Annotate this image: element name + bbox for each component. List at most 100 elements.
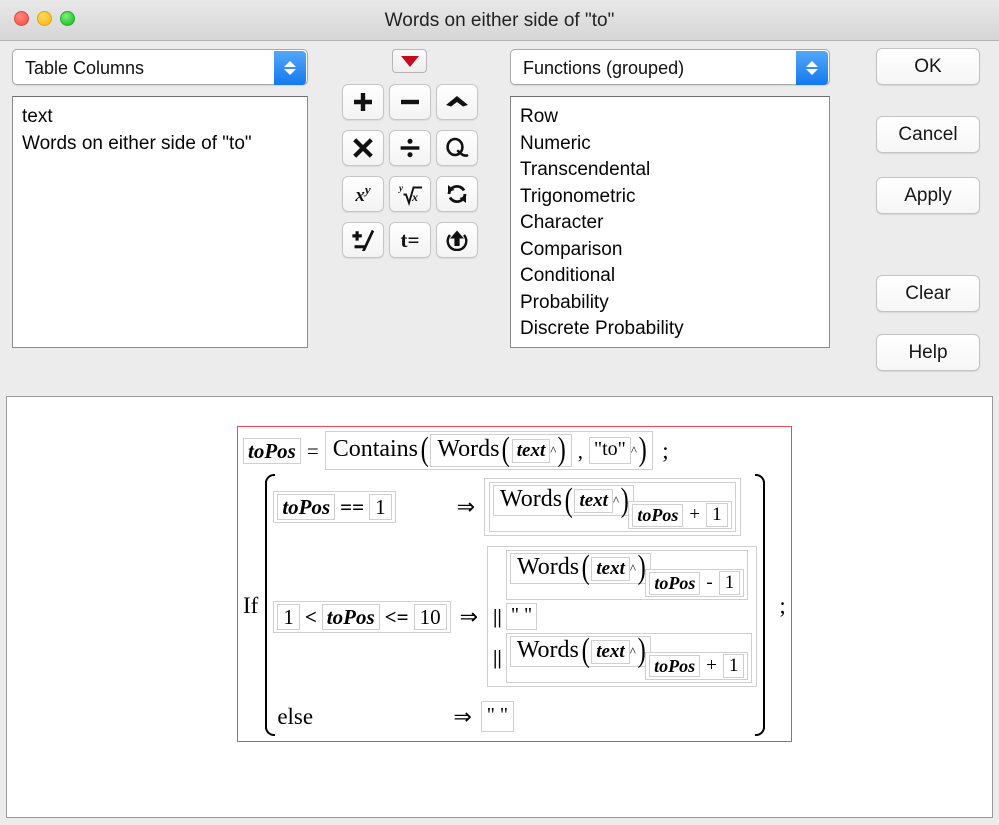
formula-menu-button[interactable]	[392, 49, 427, 73]
if-clause[interactable]: 1 < toPos <= 10 ⇒ Words (text ^) toPos…	[273, 546, 758, 687]
variable[interactable]: toPos	[649, 654, 701, 678]
words-call[interactable]: Words ( text ^ )	[509, 634, 652, 668]
numeric-literal[interactable]: 1	[718, 571, 741, 596]
exponent-button[interactable]	[436, 84, 478, 120]
list-item[interactable]: Transcendental	[511, 157, 829, 184]
functions-list[interactable]: Row Numeric Transcendental Trigonometric…	[510, 96, 830, 348]
insert-button[interactable]	[436, 222, 478, 258]
subscript-index[interactable]: toPos - 1	[645, 569, 745, 598]
subscript-expression[interactable]: Words ( text ^ ) toPos - 1	[506, 549, 749, 601]
concat-term[interactable]: || Words ( text ^ ) toPos + 1	[492, 633, 753, 683]
clear-button[interactable]: Clear	[876, 275, 980, 312]
table-columns-combo[interactable]: Table Columns	[12, 49, 308, 85]
t-equals-icon: t=	[400, 227, 420, 252]
list-item[interactable]: Conditional	[511, 263, 829, 290]
variable[interactable]: toPos	[277, 494, 336, 521]
divide-button[interactable]	[389, 130, 431, 166]
cancel-button[interactable]: Cancel	[876, 116, 980, 153]
arithmetic-operator: +	[706, 655, 717, 677]
list-item[interactable]: Trigonometric	[511, 184, 829, 211]
refresh-icon	[447, 184, 467, 204]
list-item[interactable]: Probability	[511, 290, 829, 317]
numeric-literal[interactable]: 10	[413, 603, 447, 630]
list-item[interactable]: Character	[511, 210, 829, 237]
chevron-down-icon	[806, 69, 818, 75]
subscript-index[interactable]: toPos + 1	[645, 652, 749, 680]
condition-expression[interactable]: 1 < toPos <= 10	[273, 600, 451, 633]
nth-root-button[interactable]: y x	[389, 176, 431, 212]
plus-button[interactable]	[342, 84, 384, 120]
string-literal[interactable]: "to"	[588, 437, 631, 465]
function-name: Contains	[332, 436, 419, 462]
list-item[interactable]: Words on either side of "to"	[13, 131, 307, 158]
subscript-expression[interactable]: Words ( text ^ ) toPos + 1	[505, 633, 753, 683]
open-paren: (	[502, 431, 511, 469]
window-title: Words on either side of "to"	[384, 10, 615, 31]
multiply-button[interactable]	[342, 130, 384, 166]
root-loop-button[interactable]	[436, 130, 478, 166]
if-bracket-left	[260, 474, 276, 736]
numeric-literal[interactable]: 1	[722, 654, 745, 678]
svg-text:x: x	[411, 190, 418, 204]
comma: ,	[577, 438, 583, 463]
arithmetic-operator: -	[706, 572, 713, 594]
ttest-button[interactable]: t=	[389, 222, 431, 258]
assign-variable[interactable]: toPos	[243, 437, 301, 464]
concat-term[interactable]: || " "	[492, 603, 538, 631]
if-bracket-right	[755, 474, 770, 736]
minus-button[interactable]	[389, 84, 431, 120]
list-item[interactable]: Comparison	[511, 237, 829, 264]
variable[interactable]: toPos	[321, 603, 380, 630]
sign-toggle-button[interactable]	[342, 222, 384, 258]
list-item[interactable]: Discrete Probability	[511, 316, 829, 343]
string-literal[interactable]: " "	[505, 603, 538, 631]
column-reference[interactable]: text	[591, 556, 630, 581]
result-expression[interactable]: Words ( text ^ ) toPos + 1	[484, 478, 741, 537]
functions-stepper[interactable]	[796, 51, 828, 85]
numeric-literal[interactable]: 1	[706, 503, 728, 528]
functions-combo[interactable]: Functions (grouped)	[510, 49, 830, 85]
statement-if[interactable]: If toPos == 1 ⇒ Words (text ^) toPos +…	[243, 474, 786, 736]
if-clause-else[interactable]: else ⇒ " "	[273, 701, 757, 732]
condition-expression[interactable]: toPos == 1	[273, 491, 396, 524]
help-button[interactable]: Help	[876, 334, 980, 371]
contains-call[interactable]: Contains ( Words ( text ^ ) , "to" ^ )	[324, 431, 654, 471]
close-paren: )	[620, 481, 629, 519]
statement-terminator: ;	[662, 438, 669, 464]
words-call[interactable]: Words ( text ^ )	[510, 549, 652, 587]
list-item[interactable]: text	[13, 104, 307, 131]
subscript-expression[interactable]: Words ( text ^ ) toPos + 1	[489, 481, 736, 533]
ok-button[interactable]: OK	[876, 48, 980, 85]
if-clause[interactable]: toPos == 1 ⇒ Words ( text ^) toPos + 1	[273, 478, 757, 537]
statement-assignment[interactable]: toPos = Contains ( Words ( text ^ ) , "t…	[243, 431, 786, 471]
then-arrow-icon: ⇒	[456, 494, 476, 520]
open-paren: (	[564, 481, 573, 519]
words-call[interactable]: Words ( text ^ )	[493, 481, 635, 519]
numeric-literal[interactable]: 1	[369, 494, 392, 521]
nth-root-icon: y x	[398, 183, 422, 206]
open-paren: (	[581, 549, 590, 587]
string-literal[interactable]: " "	[480, 701, 515, 732]
column-reference[interactable]: text	[591, 639, 630, 664]
refresh-button[interactable]	[436, 176, 478, 212]
list-item[interactable]: Row	[511, 104, 829, 131]
variable[interactable]: toPos	[632, 503, 684, 527]
open-paren: (	[420, 431, 429, 469]
column-reference[interactable]: text	[574, 488, 613, 513]
formula-canvas[interactable]: toPos = Contains ( Words ( text ^ ) , "t…	[6, 396, 993, 818]
power-button[interactable]: xy	[342, 176, 384, 212]
table-columns-stepper[interactable]	[274, 51, 306, 85]
table-columns-list[interactable]: text Words on either side of "to"	[12, 96, 308, 348]
function-name: Words	[517, 554, 580, 581]
column-reference[interactable]: text	[511, 438, 551, 463]
then-arrow-icon: ⇒	[459, 603, 479, 629]
result-expression[interactable]: Words ( text ^ ) toPos - 1 || " " || Wor…	[487, 546, 758, 687]
subscript-index[interactable]: toPos + 1	[628, 501, 732, 530]
formula-expression[interactable]: toPos = Contains ( Words ( text ^ ) , "t…	[237, 426, 792, 742]
apply-button[interactable]: Apply	[876, 177, 980, 214]
words-call[interactable]: Words ( text ^ )	[430, 431, 572, 469]
numeric-literal[interactable]: 1	[277, 603, 300, 630]
plus-over-minus-icon	[352, 229, 375, 251]
list-item[interactable]: Numeric	[511, 131, 829, 158]
variable[interactable]: toPos	[649, 571, 701, 595]
